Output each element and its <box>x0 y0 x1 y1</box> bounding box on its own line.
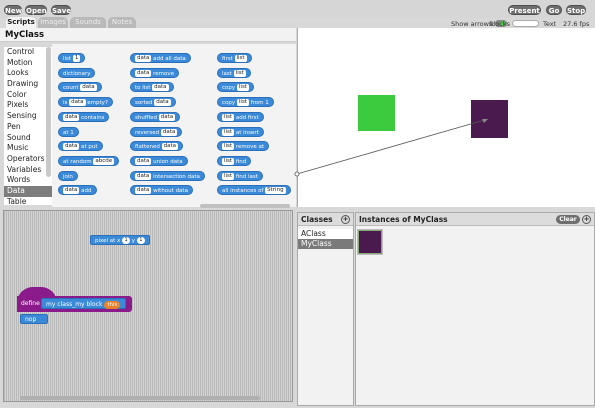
classes-panel: Classes + AClass MyClass <box>297 212 354 406</box>
instances-header: Instances of MyClass Clear + <box>356 213 594 226</box>
class-item-aclass[interactable]: AClass <box>298 229 353 239</box>
arrow-origin <box>294 171 300 177</box>
add-instance-icon[interactable]: + <box>582 215 591 224</box>
app-window: New Open Save Present Go Stop Scripts Im… <box>0 0 595 408</box>
instance-thumbnail[interactable] <box>357 229 383 255</box>
classes-header: Classes + <box>298 213 353 226</box>
reference-arrow-line <box>296 118 489 175</box>
arrow-head <box>482 119 488 123</box>
class-item-myclass[interactable]: MyClass <box>298 239 353 249</box>
clear-button[interactable]: Clear <box>556 215 580 224</box>
instances-title: Instances of MyClass <box>359 215 448 224</box>
classes-title: Classes <box>301 215 333 224</box>
instances-panel: Instances of MyClass Clear + <box>355 212 595 406</box>
add-class-icon[interactable]: + <box>341 215 350 224</box>
